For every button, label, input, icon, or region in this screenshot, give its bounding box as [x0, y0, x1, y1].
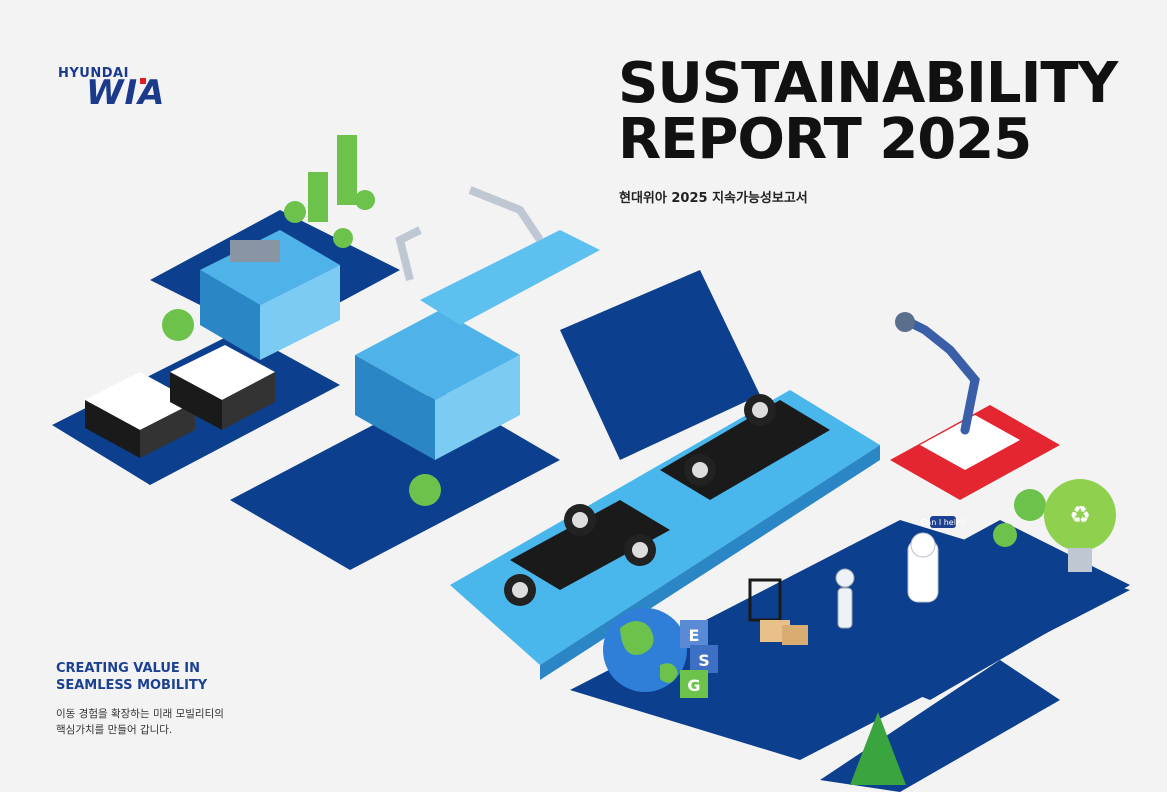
slogan-line-1: CREATING VALUE IN	[56, 661, 201, 676]
title-line-2: REPORT 2025	[618, 107, 1032, 172]
slogan-description: 이동 경험을 확장하는 미래 모빌리티의 핵심가치를 만들어 갑니다.	[56, 706, 224, 738]
svg-text:♻: ♻	[1069, 501, 1091, 529]
hyundai-wia-logo[interactable]: HYUNDAI WIA	[56, 64, 186, 118]
slogan-heading: CREATING VALUE IN SEAMLESS MOBILITY	[56, 660, 207, 694]
report-title: SUSTAINABILITY REPORT 2025	[618, 51, 1118, 172]
red-rover	[890, 312, 1060, 500]
robot-bubble: Can I help?	[921, 518, 966, 527]
slogan-desc-line-2: 핵심가치를 만들어 갑니다.	[56, 724, 173, 736]
title-line-1: SUSTAINABILITY	[618, 51, 1118, 116]
report-subtitle-korean: 현대위아 2025 지속가능성보고서	[619, 191, 808, 206]
esg-letter-g: G	[687, 676, 700, 695]
slogan-line-2: SEAMLESS MOBILITY	[56, 678, 208, 693]
logo-wordmark-main: WIA	[86, 73, 166, 113]
slogan-desc-line-1: 이동 경험을 확장하는 미래 모빌리티의	[56, 708, 224, 720]
humanoid-robot	[835, 568, 855, 629]
esg-letter-e: E	[689, 626, 700, 645]
esg-letter-s: S	[698, 651, 710, 670]
